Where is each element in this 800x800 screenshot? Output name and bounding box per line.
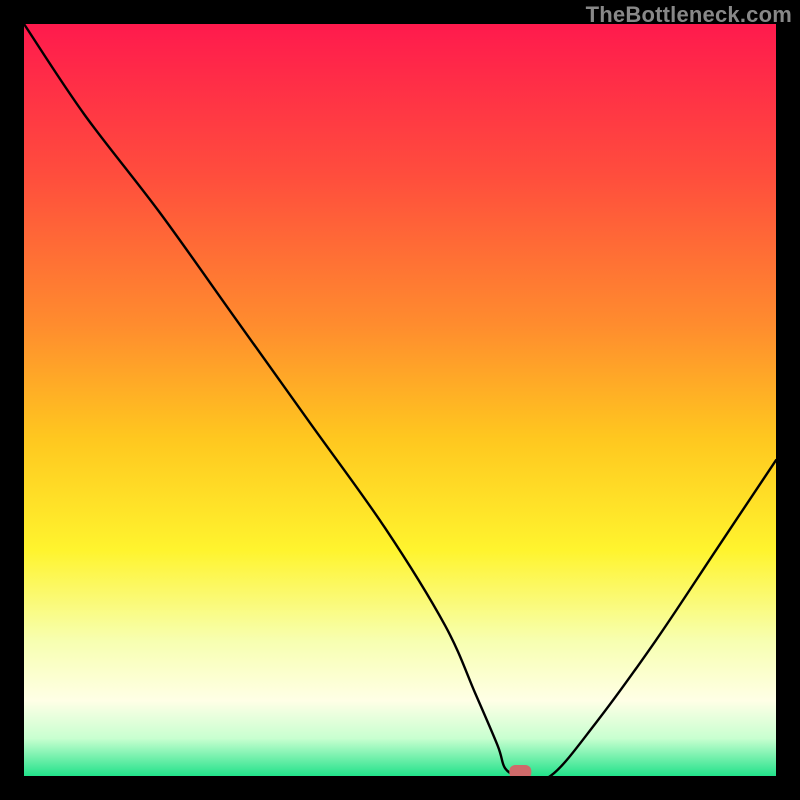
chart-frame: TheBottleneck.com	[0, 0, 800, 800]
watermark-text: TheBottleneck.com	[586, 2, 792, 28]
plot-area	[24, 24, 776, 776]
gradient-background	[24, 24, 776, 776]
optimum-marker	[509, 765, 531, 776]
bottleneck-chart	[24, 24, 776, 776]
